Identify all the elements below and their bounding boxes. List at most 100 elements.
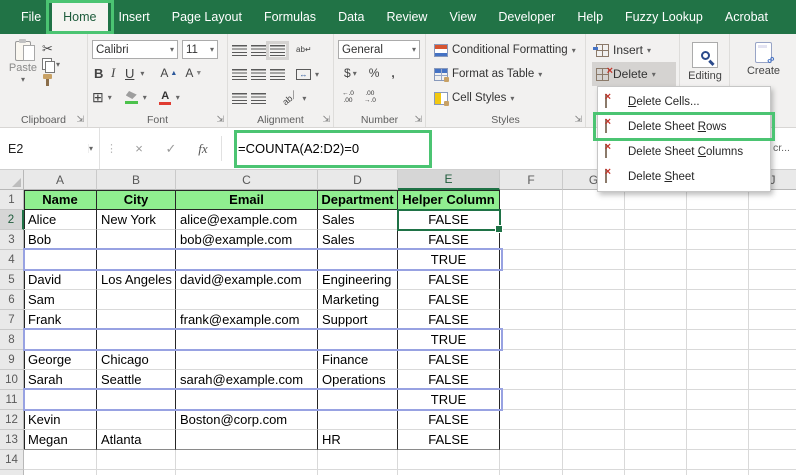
cancel-icon[interactable]: × [123, 141, 155, 156]
cell-D5[interactable]: Engineering [318, 270, 398, 290]
cell-J6[interactable] [749, 290, 796, 310]
cell-E6[interactable]: FALSE [398, 290, 500, 310]
cell-I8[interactable] [687, 330, 749, 350]
row-header-13[interactable]: 13 [0, 430, 24, 450]
row-header-12[interactable]: 12 [0, 410, 24, 430]
chevron-down-icon[interactable]: ▾ [108, 93, 112, 102]
menu-item-delete-sheet-columns[interactable]: × Delete Sheet Columns [598, 139, 770, 164]
cell-A9[interactable]: George [24, 350, 97, 370]
cell-G3[interactable] [563, 230, 625, 250]
borders-icon[interactable]: ⊞ [92, 89, 104, 106]
paste-button[interactable]: Paste ▾ [4, 38, 42, 86]
cell-H11[interactable] [625, 390, 687, 410]
italic-button[interactable]: I [109, 64, 119, 82]
chevron-down-icon[interactable]: ▾ [87, 144, 99, 153]
row-header-4[interactable]: 4 [0, 250, 24, 270]
tab-insert[interactable]: Insert [108, 2, 161, 32]
cell-A7[interactable]: Frank [24, 310, 97, 330]
cell-A8[interactable] [24, 330, 97, 350]
dialog-launcher-icon[interactable]: ⇲ [76, 114, 84, 125]
column-header-F[interactable]: F [500, 170, 563, 190]
cell-I4[interactable] [687, 250, 749, 270]
cell-D14[interactable] [318, 450, 398, 470]
tab-developer[interactable]: Developer [487, 2, 566, 32]
cell-E4[interactable]: TRUE [398, 250, 500, 270]
cell-I9[interactable] [687, 350, 749, 370]
row-header-7[interactable]: 7 [0, 310, 24, 330]
cell-G1[interactable] [563, 190, 625, 210]
cell-C2[interactable]: alice@example.com [176, 210, 318, 230]
cell-C14[interactable] [176, 450, 318, 470]
cell-C11[interactable] [176, 390, 318, 410]
cell-J9[interactable] [749, 350, 796, 370]
cell-C1[interactable]: Email [176, 190, 318, 210]
conditional-formatting-button[interactable]: Conditional Formatting ▾ [434, 38, 582, 62]
chevron-down-icon[interactable]: ▾ [302, 94, 306, 103]
orientation-icon[interactable]: ab⟋ [280, 89, 300, 108]
cell-B5[interactable]: Los Angeles [97, 270, 176, 290]
cell-C9[interactable] [176, 350, 318, 370]
cell-F10[interactable] [500, 370, 563, 390]
cell-A15[interactable] [24, 470, 97, 475]
cell-H12[interactable] [625, 410, 687, 430]
cell-H14[interactable] [625, 450, 687, 470]
tab-tell-me[interactable]: Tell me [792, 2, 796, 32]
cell-G12[interactable] [563, 410, 625, 430]
insert-function-icon[interactable]: fx [187, 141, 219, 157]
cell-G5[interactable] [563, 270, 625, 290]
cell-G15[interactable] [563, 470, 625, 475]
cell-I3[interactable] [687, 230, 749, 250]
cell-C13[interactable] [176, 430, 318, 450]
row-header-8[interactable]: 8 [0, 330, 24, 350]
row-header-15[interactable] [0, 470, 24, 475]
cell-A11[interactable] [24, 390, 97, 410]
cell-G6[interactable] [563, 290, 625, 310]
row-header-3[interactable]: 3 [0, 230, 24, 250]
row-header-14[interactable]: 14 [0, 450, 24, 470]
cell-H9[interactable] [625, 350, 687, 370]
increase-decimal-icon[interactable]: ←.0.00 [342, 90, 354, 104]
dialog-launcher-icon[interactable]: ⇲ [322, 114, 330, 125]
cell-F4[interactable] [500, 250, 563, 270]
cell-J11[interactable] [749, 390, 796, 410]
row-header-2[interactable]: 2 [0, 210, 24, 230]
cell-C10[interactable]: sarah@example.com [176, 370, 318, 390]
dialog-launcher-icon[interactable]: ⇲ [414, 114, 422, 125]
cell-I5[interactable] [687, 270, 749, 290]
cell-E12[interactable]: FALSE [398, 410, 500, 430]
cell-E14[interactable] [398, 450, 500, 470]
percent-format-icon[interactable]: % [367, 65, 382, 81]
align-right-icon[interactable] [270, 68, 285, 80]
cell-A10[interactable]: Sarah [24, 370, 97, 390]
cell-C3[interactable]: bob@example.com [176, 230, 318, 250]
cell-B10[interactable]: Seattle [97, 370, 176, 390]
cell-G2[interactable] [563, 210, 625, 230]
cell-C7[interactable]: frank@example.com [176, 310, 318, 330]
cell-C15[interactable] [176, 470, 318, 475]
cell-G11[interactable] [563, 390, 625, 410]
cell-G8[interactable] [563, 330, 625, 350]
cell-F2[interactable] [500, 210, 563, 230]
cell-E10[interactable]: FALSE [398, 370, 500, 390]
column-header-E[interactable]: E [398, 170, 500, 190]
cell-D15[interactable] [318, 470, 398, 475]
cell-F6[interactable] [500, 290, 563, 310]
cell-C8[interactable] [176, 330, 318, 350]
tab-acrobat[interactable]: Acrobat [714, 2, 779, 32]
merge-center-icon[interactable]: ↔ [296, 68, 311, 80]
menu-item-delete-sheet-rows[interactable]: × Delete Sheet Rows [593, 112, 775, 141]
cell-C4[interactable] [176, 250, 318, 270]
cell-A4[interactable] [24, 250, 97, 270]
increase-indent-icon[interactable] [251, 92, 266, 104]
cell-E9[interactable]: FALSE [398, 350, 500, 370]
chevron-down-icon[interactable]: ▾ [143, 93, 147, 102]
cell-F15[interactable] [500, 470, 563, 475]
chevron-down-icon[interactable]: ▾ [140, 69, 144, 78]
font-color-icon[interactable]: A [158, 90, 172, 105]
cell-A14[interactable] [24, 450, 97, 470]
cell-I14[interactable] [687, 450, 749, 470]
decrease-indent-icon[interactable] [232, 92, 247, 104]
acrobat-create-icon[interactable] [755, 42, 772, 63]
cell-I11[interactable] [687, 390, 749, 410]
chevron-down-icon[interactable]: ▾ [315, 70, 319, 79]
